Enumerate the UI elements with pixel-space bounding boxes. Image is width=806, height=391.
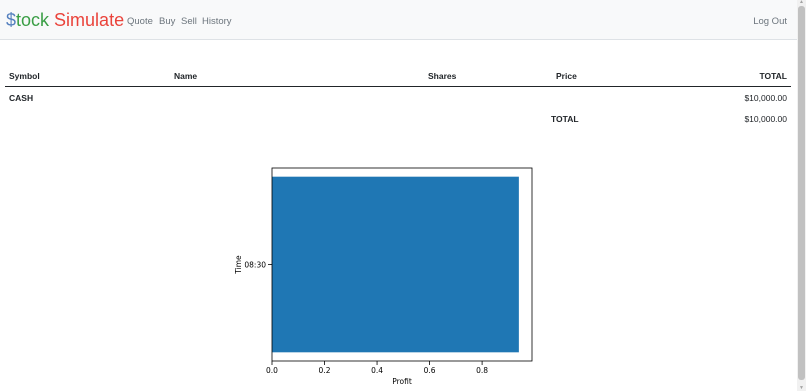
x-tick-label-4: 0.8	[476, 366, 488, 375]
bar-0	[272, 176, 519, 353]
x-tick-label-3: 0.6	[424, 366, 436, 375]
profit-chart: 08:30 0.0 0.2 0.4 0.6 0.8 Profit Time	[234, 167, 533, 386]
y-tick-label-0: 08:30	[244, 261, 266, 270]
y-axis-label: Time	[234, 255, 243, 275]
x-tick-label-0: 0.0	[266, 366, 278, 375]
x-axis-label: Profit	[392, 377, 412, 386]
x-tick-label-2: 0.4	[371, 366, 383, 375]
x-tick-label-1: 0.2	[319, 366, 331, 375]
